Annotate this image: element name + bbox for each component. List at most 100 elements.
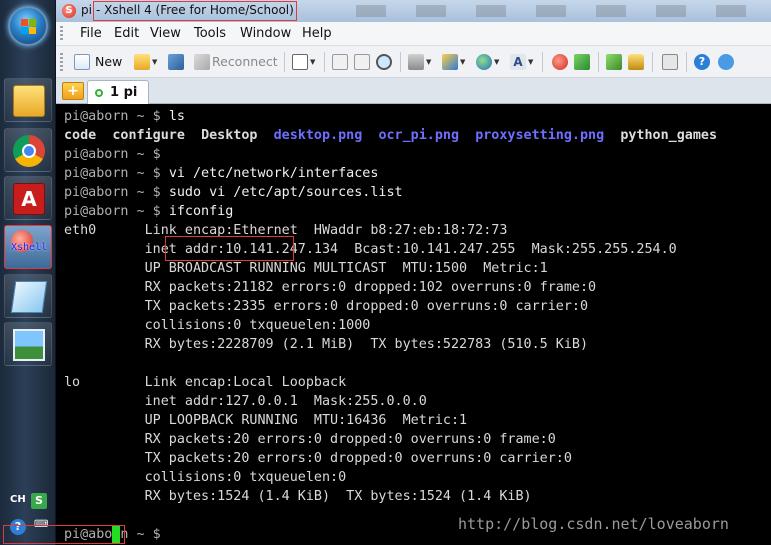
file-entry: ocr_pi.png	[378, 128, 460, 143]
chrome-icon	[13, 135, 45, 167]
tab-label: 1 pi	[110, 85, 138, 100]
command-output: RX packets:21182 errors:0 dropped:102 ov…	[64, 280, 597, 295]
command-output: RX bytes:2228709 (2.1 MiB) TX bytes:5227…	[64, 337, 589, 352]
xftp-icon[interactable]	[574, 54, 590, 70]
shell-command: vi /etc/network/interfaces	[168, 166, 379, 181]
print-icon[interactable]	[408, 54, 424, 70]
terminal-line: code configure Desktop desktop.png ocr_p…	[64, 126, 717, 145]
print-dropdown-icon[interactable]: ▼	[426, 58, 431, 66]
toolbar-separator	[324, 52, 325, 72]
command-output: inet addr:10.141.247.134 Bcast:10.141.24…	[64, 242, 677, 257]
folder-icon	[13, 85, 45, 117]
globe-dropdown-icon[interactable]: ▼	[494, 58, 499, 66]
terminal-line: pi@aborn ~ $	[64, 145, 717, 164]
paste-icon[interactable]	[354, 54, 370, 70]
start-button[interactable]	[8, 6, 48, 46]
tab-session[interactable]: 1 pi	[87, 80, 149, 104]
connected-status-icon	[95, 89, 103, 97]
open-dropdown-icon[interactable]: ▼	[152, 58, 157, 66]
taskbar-explorer[interactable]	[4, 78, 52, 122]
prompt-highlight	[3, 525, 125, 544]
terminal-area[interactable]: pi@aborn ~ $ ls code configure Desktop de…	[56, 104, 771, 545]
session-name: pi	[81, 3, 92, 17]
open-folder-icon[interactable]	[134, 54, 150, 70]
menu-view[interactable]: View	[150, 26, 181, 41]
toolbar-separator	[400, 52, 401, 72]
tray-language[interactable]: CH	[10, 494, 26, 505]
terminal-line: collisions:0 txqueuelen:0	[64, 468, 717, 487]
shell-prompt: pi@aborn ~ $	[64, 109, 169, 124]
toolbar-grip	[60, 53, 63, 71]
terminal-line: pi@aborn ~ $ sudo vi /etc/apt/sources.li…	[64, 183, 717, 202]
terminal-line: eth0 Link encap:Ethernet HWaddr b8:27:eb…	[64, 221, 717, 240]
keyboard-icon[interactable]	[662, 54, 678, 70]
transfer-dropdown-icon[interactable]: ▼	[460, 58, 465, 66]
tray-app-icon[interactable]: S	[31, 493, 47, 509]
terminal-line: TX packets:2335 errors:0 dropped:0 overr…	[64, 297, 717, 316]
menu-file[interactable]: File	[80, 26, 102, 41]
command-output: UP LOOPBACK RUNNING MTU:16436 Metric:1	[64, 413, 468, 428]
taskbar-photo-viewer[interactable]	[4, 322, 52, 366]
toolbar-separator	[542, 52, 543, 72]
copy-icon[interactable]	[332, 54, 348, 70]
taskbar-xshell[interactable]: Xshell	[4, 225, 52, 269]
properties-icon[interactable]	[292, 54, 308, 70]
ip-address-highlight	[165, 236, 294, 261]
menubar-grip	[60, 26, 63, 42]
terminal-line: RX packets:20 errors:0 dropped:0 overrun…	[64, 430, 717, 449]
terminal-line: pi@aborn ~ $ ls	[64, 107, 717, 126]
windows-taskbar: A Xshell CH S ? ⌨	[0, 0, 56, 545]
terminal-line: RX bytes:2228709 (2.1 MiB) TX bytes:5227…	[64, 335, 717, 354]
tab-bar: + 1 pi	[56, 78, 771, 104]
blurred-titlebar-region	[356, 5, 756, 17]
terminal-line: TX packets:20 errors:0 dropped:0 overrun…	[64, 449, 717, 468]
layout-icon[interactable]	[606, 54, 622, 70]
menu-window[interactable]: Window	[240, 26, 291, 41]
shell-prompt: pi@aborn ~ $	[64, 147, 169, 162]
find-icon[interactable]	[376, 54, 392, 70]
taskbar-acrobat[interactable]: A	[4, 176, 52, 220]
menu-tools[interactable]: Tools	[194, 26, 226, 41]
terminal-line: pi@aborn ~ $ vi /etc/network/interfaces	[64, 164, 717, 183]
globe-icon[interactable]	[476, 54, 492, 70]
menu-help[interactable]: Help	[302, 26, 332, 41]
terminal-output: pi@aborn ~ $ ls code configure Desktop de…	[64, 107, 717, 544]
title-bar[interactable]: S pi - Xshell 4 (Free for Home/School)	[56, 0, 771, 22]
terminal-line: UP BROADCAST RUNNING MULTICAST MTU:1500 …	[64, 259, 717, 278]
lock-icon[interactable]	[628, 54, 644, 70]
help-icon[interactable]: ?	[694, 54, 710, 70]
properties-dropdown-icon[interactable]: ▼	[310, 58, 315, 66]
terminal-line: inet addr:127.0.0.1 Mask:255.0.0.0	[64, 392, 717, 411]
taskbar-notepad[interactable]	[4, 274, 52, 318]
command-output: UP BROADCAST RUNNING MULTICAST MTU:1500 …	[64, 261, 548, 276]
reconnect-icon[interactable]	[194, 54, 210, 70]
menu-edit[interactable]: Edit	[114, 26, 139, 41]
command-output: TX packets:20 errors:0 dropped:0 overrun…	[64, 451, 572, 466]
toolbar-separator	[284, 52, 285, 72]
xshell-icon[interactable]	[552, 54, 568, 70]
chat-icon[interactable]	[718, 54, 734, 70]
taskbar-chrome[interactable]	[4, 128, 52, 172]
reconnect-button[interactable]: Reconnect	[212, 54, 278, 72]
shell-command: ls	[168, 109, 185, 124]
connect-icon[interactable]	[168, 54, 184, 70]
command-output: collisions:0 txqueuelen:1000	[64, 318, 371, 333]
windows-logo-icon	[21, 19, 37, 35]
watermark: http://blog.csdn.net/loveaborn	[458, 515, 729, 533]
taskbar-xshell-label: Xshell	[11, 242, 48, 253]
command-output: RX packets:20 errors:0 dropped:0 overrun…	[64, 432, 556, 447]
file-entry: code	[64, 128, 97, 143]
new-tab-button[interactable]: +	[62, 82, 84, 100]
file-entry: proxysetting.png	[475, 128, 605, 143]
font-icon[interactable]: A	[510, 54, 526, 70]
xshell-app-icon: S	[62, 4, 76, 18]
transfer-icon[interactable]	[442, 54, 458, 70]
new-button[interactable]: New	[95, 54, 122, 72]
file-entry: desktop.png	[273, 128, 363, 143]
font-dropdown-icon[interactable]: ▼	[528, 58, 533, 66]
shell-command: ifconfig	[168, 204, 234, 219]
notepad-icon	[10, 281, 48, 313]
new-session-icon[interactable]	[74, 54, 90, 70]
window-title: - Xshell 4 (Free for Home/School)	[93, 1, 297, 21]
command-output: collisions:0 txqueuelen:0	[64, 470, 347, 485]
